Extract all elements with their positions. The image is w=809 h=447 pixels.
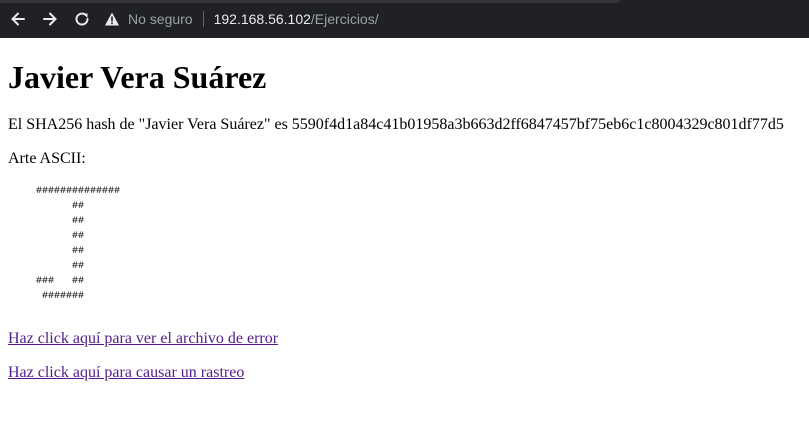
warning-triangle-icon[interactable]: [104, 11, 120, 27]
reload-button[interactable]: [68, 5, 96, 33]
url-host[interactable]: 192.168.56.102: [214, 11, 311, 27]
page-title: Javier Vera Suárez: [8, 59, 267, 95]
browser-toolbar: No seguro 192.168.56.102/Ejercicios/: [0, 0, 809, 38]
tab-strip: [0, 0, 620, 3]
back-button[interactable]: [4, 5, 32, 33]
links-section: Haz click aquí para ver el archivo de er…: [8, 330, 801, 382]
security-status-label[interactable]: No seguro: [128, 11, 193, 27]
address-bar[interactable]: No seguro 192.168.56.102/Ejercicios/: [104, 5, 804, 33]
ascii-label: Arte ASCII:: [8, 150, 86, 167]
url-path[interactable]: /Ejercicios/: [311, 11, 379, 27]
forward-arrow-icon: [43, 12, 57, 26]
page-content: Javier Vera Suárez El SHA256 hash de "Ja…: [0, 59, 809, 382]
trace-link[interactable]: Haz click aquí para causar un rastreo: [8, 364, 244, 381]
error-file-link[interactable]: Haz click aquí para ver el archivo de er…: [8, 330, 278, 347]
omnibox-separator: [202, 11, 204, 27]
hash-paragraph: El SHA256 hash de "Javier Vera Suárez" e…: [8, 116, 784, 133]
reload-icon: [75, 12, 89, 26]
ascii-art: ############## ## ## ## ## ## ### ## ###…: [36, 186, 121, 302]
forward-button[interactable]: [36, 5, 64, 33]
back-arrow-icon: [11, 12, 25, 26]
